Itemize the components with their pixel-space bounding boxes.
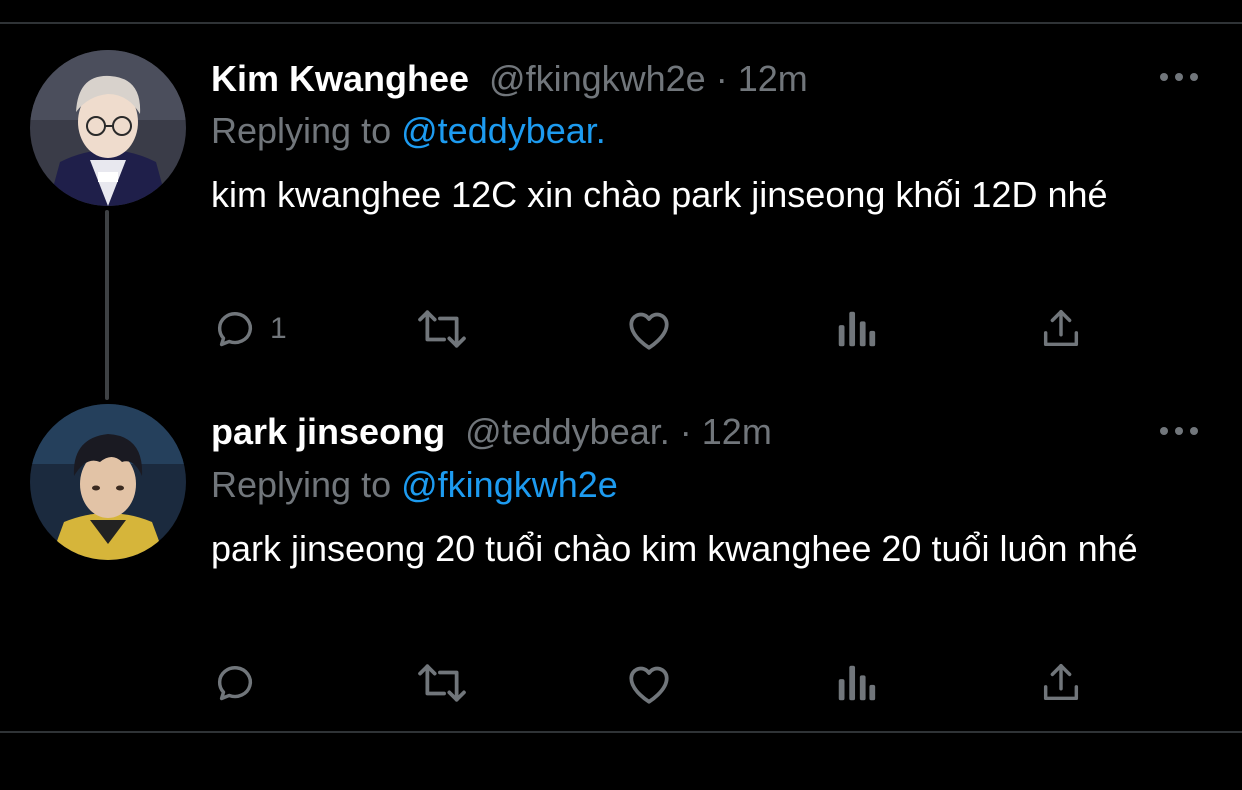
tweet-text: park jinseong 20 tuổi chào kim kwanghee … bbox=[211, 528, 1138, 569]
top-divider bbox=[0, 22, 1242, 24]
views-icon bbox=[838, 311, 876, 347]
tweet-text: kim kwanghee 12C xin chào park jinseong … bbox=[211, 174, 1108, 215]
views-button[interactable] bbox=[834, 658, 878, 708]
separator-dot: · bbox=[715, 58, 728, 99]
display-name[interactable]: park jinseong bbox=[211, 411, 445, 452]
reply-button[interactable]: 1 bbox=[212, 304, 287, 354]
reply-icon bbox=[217, 312, 253, 347]
replying-mention-link[interactable]: @teddybear. bbox=[401, 110, 606, 151]
tweet-header: Kim Kwanghee @fkingkwh2e · 12m bbox=[211, 57, 808, 101]
replying-to: Replying to @teddybear. bbox=[211, 109, 606, 153]
reply-icon bbox=[217, 666, 253, 701]
retweet-icon bbox=[418, 664, 466, 702]
tweet-actions: 1 bbox=[0, 304, 1242, 354]
like-button[interactable] bbox=[624, 658, 674, 708]
retweet-button[interactable] bbox=[414, 304, 470, 354]
more-icon[interactable] bbox=[1158, 424, 1200, 438]
views-icon bbox=[838, 665, 876, 701]
avatar[interactable] bbox=[30, 404, 186, 560]
user-handle[interactable]: @teddybear. bbox=[465, 411, 670, 452]
replying-mention-link[interactable]: @fkingkwh2e bbox=[401, 464, 618, 505]
like-icon bbox=[629, 312, 669, 350]
like-button[interactable] bbox=[624, 304, 674, 354]
timestamp[interactable]: 12m bbox=[738, 58, 808, 99]
reply-button[interactable] bbox=[212, 658, 258, 708]
separator-dot: · bbox=[679, 411, 692, 452]
replying-to: Replying to @fkingkwh2e bbox=[211, 463, 618, 507]
share-button[interactable] bbox=[1038, 304, 1084, 354]
share-icon bbox=[1043, 310, 1079, 347]
user-handle[interactable]: @fkingkwh2e bbox=[489, 58, 706, 99]
share-button[interactable] bbox=[1038, 658, 1084, 708]
views-button[interactable] bbox=[834, 304, 878, 354]
display-name[interactable]: Kim Kwanghee bbox=[211, 58, 469, 99]
avatar[interactable] bbox=[30, 50, 186, 206]
replying-label: Replying to bbox=[211, 110, 392, 151]
more-icon[interactable] bbox=[1158, 70, 1200, 84]
tweet-actions bbox=[0, 658, 1242, 708]
retweet-icon bbox=[418, 310, 466, 348]
retweet-button[interactable] bbox=[414, 658, 470, 708]
bottom-divider bbox=[0, 731, 1242, 733]
timestamp[interactable]: 12m bbox=[702, 411, 772, 452]
replying-label: Replying to bbox=[211, 464, 392, 505]
tweet-header: park jinseong @teddybear. · 12m bbox=[211, 410, 772, 454]
share-icon bbox=[1043, 664, 1079, 701]
like-icon bbox=[629, 666, 669, 704]
reply-count: 1 bbox=[270, 312, 287, 345]
